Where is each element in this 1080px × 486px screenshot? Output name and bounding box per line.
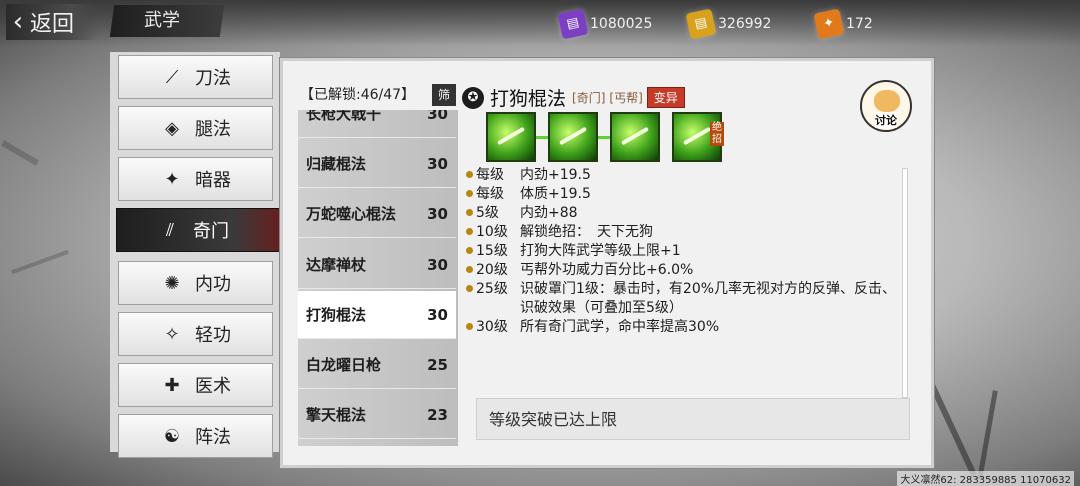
category-sidebar: ⟋ 刀法 ◈ 腿法 ✦ 暗器 ⫽ 奇门 ✺ 内功 ✧ 轻功 ✚ 医术 ☯ 阵法	[110, 52, 284, 458]
bullet-icon	[466, 323, 476, 337]
unlock-count: 【已解锁:46/47】	[300, 87, 416, 103]
bullet-icon	[466, 228, 476, 242]
list-item-selected[interactable]: 打狗棍法 30	[298, 291, 456, 339]
purple-ticket-icon: ▤	[557, 8, 589, 40]
filter-button[interactable]: 筛	[432, 84, 456, 106]
gold-ticket-icon: ▤	[685, 8, 717, 40]
attribute-row: 25级 识破罩门1级：暴击时，有20%几率无视对方的反弹、反击、识破效果（可叠加至…	[466, 280, 906, 318]
bullet-icon	[466, 209, 476, 223]
ultimate-badge: 绝招	[710, 122, 724, 146]
discuss-button[interactable]: 讨论	[860, 80, 912, 132]
chain-link	[536, 135, 548, 139]
list-item[interactable]: 归藏棍法 30	[298, 140, 456, 188]
attribute-row: 15级 打狗大阵武学等级上限+1	[466, 242, 906, 261]
attribute-row: 每级 体质+19.5	[466, 185, 906, 204]
sword-silhouette	[929, 383, 977, 477]
light-step-icon: ✧	[164, 323, 180, 345]
tab-blade[interactable]: ⟋ 刀法	[118, 55, 273, 99]
attribute-row: 5级 内劲+88	[466, 204, 906, 223]
bullet-icon	[466, 247, 476, 261]
slash-icon	[683, 126, 711, 146]
cat-avatar-icon	[874, 90, 900, 112]
currency-orange[interactable]: ✦ 172	[813, 8, 873, 40]
tab-hidden-weapon[interactable]: ✦ 暗器	[118, 157, 273, 201]
slash-icon	[621, 126, 649, 146]
medicine-icon: ✚	[164, 374, 180, 396]
list-item[interactable]: 擎天棍法 23	[298, 391, 456, 439]
back-button[interactable]: ‹ 返回	[6, 4, 98, 40]
slash-icon	[559, 126, 587, 146]
player-id-footer: 大义凛然62: 283359885 11070632	[897, 471, 1074, 486]
kick-icon: ◈	[165, 117, 179, 139]
sword-silhouette	[977, 390, 998, 480]
bullet-icon	[466, 171, 476, 185]
currency-gold[interactable]: ▤ 326992	[685, 8, 772, 40]
attribute-row: 30级 所有奇门武学，命中率提高30%	[466, 318, 906, 337]
ultimate-move-icon[interactable]: 绝招	[672, 112, 724, 162]
attribute-list: 每级 内劲+19.5 每级 体质+19.5 5级 内劲+88 10级 解锁绝招： 天下无…	[466, 166, 906, 337]
chevron-left-icon: ‹	[12, 7, 24, 37]
list-item[interactable]: 白龙曜日枪 25	[298, 341, 456, 389]
bullet-icon	[466, 190, 476, 204]
tab-qimen[interactable]: ⫽ 奇门	[116, 208, 284, 252]
formation-icon: ☯	[163, 425, 181, 447]
chain-gap	[660, 136, 672, 139]
attribute-row: 10级 解锁绝招： 天下无狗	[466, 223, 906, 242]
slash-icon	[497, 126, 525, 146]
blade-icon: ⟋	[165, 66, 179, 88]
move-icon[interactable]	[610, 112, 660, 162]
bullet-icon	[466, 266, 476, 280]
skill-name: 打狗棍法	[490, 88, 567, 110]
chain-link	[598, 135, 610, 139]
tab-kick[interactable]: ◈ 腿法	[118, 106, 273, 150]
tab-inner-power[interactable]: ✺ 内功	[118, 261, 273, 305]
skill-list[interactable]: 长枪大戟干 30 归藏棍法 30 万蛇噬心棍法 30 达摩禅杖 30 打狗棍法 30 白龙…	[298, 110, 458, 446]
kick-style-icon: ✪	[462, 86, 484, 109]
list-item[interactable]: 万蛇噬心棍法 30	[298, 190, 456, 238]
scrollbar[interactable]	[902, 168, 908, 398]
skill-tag-type: [奇门]	[572, 91, 606, 105]
back-label: 返回	[30, 12, 75, 37]
tab-medicine[interactable]: ✚ 医术	[118, 363, 273, 407]
ink-decoration	[1, 140, 39, 166]
discuss-label: 讨论	[875, 112, 897, 128]
attribute-row: 每级 内劲+19.5	[466, 166, 906, 185]
mutation-badge: 变异	[646, 87, 685, 108]
currency-purple[interactable]: ▤ 1080025	[557, 8, 653, 40]
currency-value: 172	[846, 16, 873, 32]
page-title: 武学	[109, 5, 225, 37]
currency-value: 1080025	[590, 16, 653, 32]
move-chain: 绝招	[486, 112, 724, 162]
currency-value: 326992	[718, 16, 772, 32]
staff-icon: ⫽	[165, 219, 175, 241]
tab-light-step[interactable]: ✧ 轻功	[118, 312, 273, 356]
list-item[interactable]: 达摩禅杖 30	[298, 241, 456, 289]
ink-decoration	[11, 249, 69, 275]
list-item[interactable]: 长枪大戟干 30	[298, 110, 456, 138]
skill-tag-sect: [丐帮]	[609, 91, 643, 105]
skill-header: ✪ 打狗棍法 [奇门] [丐帮] 变异	[462, 84, 685, 111]
move-icon[interactable]	[486, 112, 536, 162]
move-icon[interactable]	[548, 112, 598, 162]
orange-flame-icon: ✦	[813, 8, 845, 40]
bullet-icon	[466, 285, 476, 318]
inner-power-icon: ✺	[164, 272, 180, 294]
max-level-message: 等级突破已达上限	[476, 398, 910, 440]
attribute-row: 20级 丐帮外功威力百分比+6.0%	[466, 261, 906, 280]
tab-formation[interactable]: ☯ 阵法	[118, 414, 273, 458]
shuriken-icon: ✦	[164, 168, 180, 190]
